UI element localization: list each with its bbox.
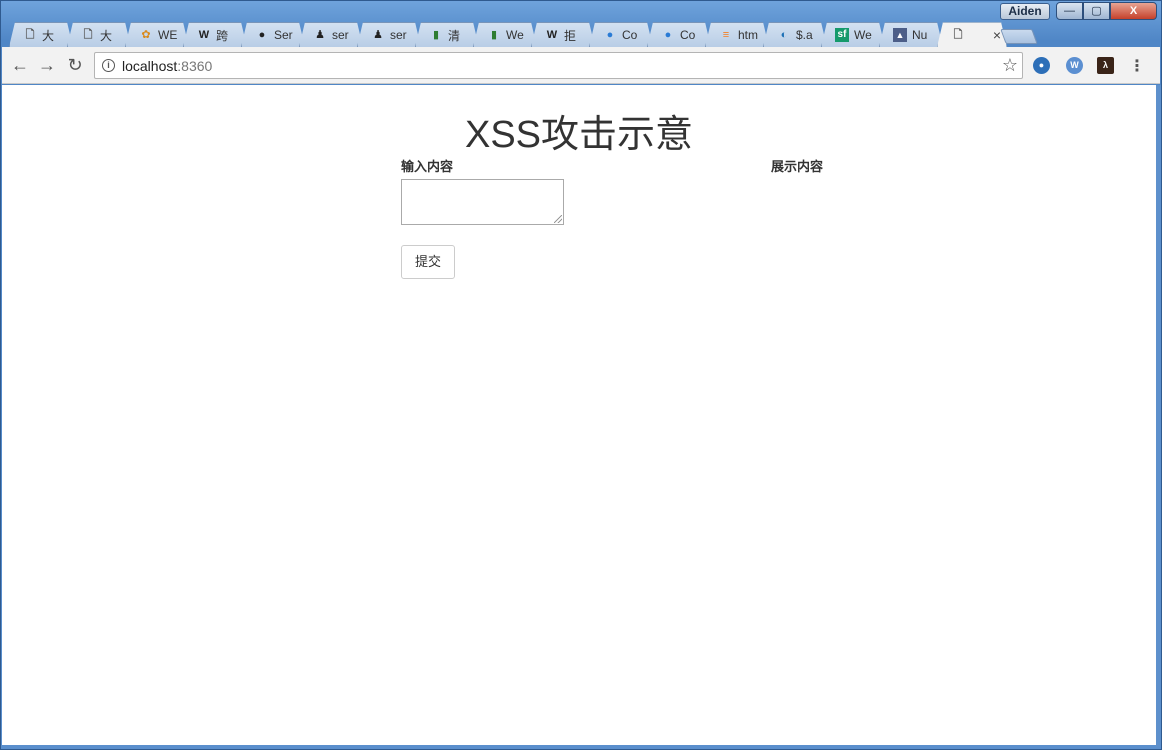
- tab-content: sf We: [835, 23, 879, 47]
- tab-content: ● Ser: [255, 23, 299, 47]
- blue-circle-icon: ●: [606, 29, 614, 41]
- browser-window: Aiden — ▢ X 🗋 大 🗋 大 ✿ WE W 跨 ● Ser ♟ ser ♟ ser ▮ 清 ▮ We W 拒…: [0, 0, 1162, 750]
- close-window-button[interactable]: X: [1110, 2, 1157, 20]
- title-bar: Aiden — ▢ X: [1, 1, 1161, 21]
- tab-label: ser: [332, 28, 349, 42]
- tab-content: ▲ Nu: [893, 23, 937, 47]
- mdn-icon: ▮: [432, 29, 440, 41]
- display-label: 展示内容: [771, 159, 824, 174]
- person-logo-icon: ♟: [315, 29, 325, 41]
- blue-circle-icon: ●: [664, 29, 672, 41]
- tab-content: ● Co: [661, 23, 705, 47]
- tab-content: W拒: [545, 23, 589, 47]
- site-info-icon[interactable]: i: [102, 59, 115, 72]
- tab-content: ♟ ser: [313, 23, 357, 47]
- person-logo-icon: ♟: [373, 29, 383, 41]
- tab-content: ≡ htm: [719, 23, 763, 47]
- tab-content: ▮ We: [487, 23, 531, 47]
- stackoverflow-icon: ≡: [722, 29, 730, 41]
- tab-label: Co: [622, 28, 638, 42]
- minimize-button[interactable]: —: [1056, 2, 1083, 20]
- tab-content: ◐ $.a: [777, 23, 821, 47]
- forward-arrow-icon[interactable]: →: [37, 55, 57, 75]
- globe-extension-icon[interactable]: ●: [1033, 57, 1050, 74]
- tab-content: ✿ WE: [139, 23, 183, 47]
- tab-content: ● Co: [603, 23, 647, 47]
- back-arrow-icon[interactable]: ←: [10, 55, 30, 75]
- content-textarea[interactable]: [401, 179, 564, 225]
- window-right-edge: [1156, 85, 1161, 747]
- tab-content: ▮ 清: [429, 23, 473, 47]
- tab-label: ser: [390, 28, 407, 42]
- jquery-icon: ◐: [780, 29, 788, 41]
- new-tab-button[interactable]: [1000, 29, 1038, 44]
- tab-label: Co: [680, 28, 696, 42]
- tab-label: We: [854, 28, 872, 42]
- tab-label: We: [506, 28, 524, 42]
- segmentfault-icon: sf: [835, 28, 849, 42]
- tab-content: ♟ ser: [371, 23, 415, 47]
- tab-label: 清: [448, 28, 461, 43]
- tab-label: $.a: [796, 28, 813, 42]
- tab-content: W跨: [197, 23, 241, 47]
- input-label: 输入内容: [401, 159, 454, 174]
- url-host: localhost: [122, 58, 178, 74]
- tab-label: 拒: [564, 28, 577, 43]
- page-icon: 🗋: [83, 29, 93, 41]
- tab-label: WE: [158, 28, 178, 42]
- profile-button[interactable]: Aiden: [1000, 3, 1050, 20]
- tab-content: 🗋 大: [81, 23, 125, 47]
- tab-strip: 🗋 大 🗋 大 ✿ WE W 跨 ● Ser ♟ ser ♟ ser ▮ 清 ▮ We W 拒 ● Co ● Co ≡ htm ◐ $…: [9, 19, 1159, 47]
- page-viewport: XSS攻击示意 输入内容 展示内容 提交: [2, 85, 1156, 745]
- url-port: :8360: [177, 58, 213, 74]
- orange-logo-icon: ✿: [141, 29, 151, 41]
- wikipedia-icon: W: [546, 29, 558, 41]
- tab-label: Nu: [912, 28, 928, 42]
- browser-toolbar: ← → ↻ i localhost:8360 ☆ ● W λ ⋮: [2, 47, 1160, 84]
- triangle-logo-icon: ▲: [893, 28, 907, 42]
- page-title: XSS攻击示意: [464, 114, 694, 156]
- tab-label: Ser: [274, 28, 293, 42]
- reload-icon[interactable]: ↻: [65, 55, 85, 75]
- url-text: localhost:8360: [122, 58, 212, 74]
- wikipedia-icon: W: [198, 29, 210, 41]
- window-controls: — ▢ X: [1056, 2, 1157, 20]
- page-icon: 🗋: [953, 29, 963, 41]
- tab-label: htm: [738, 28, 759, 42]
- tab-label: 大: [42, 28, 55, 43]
- submit-button[interactable]: 提交: [401, 245, 455, 279]
- tab-label: 大: [100, 28, 113, 43]
- mdn-icon: ▮: [490, 29, 498, 41]
- tab-content: 🗋 大: [23, 23, 67, 47]
- maximize-button[interactable]: ▢: [1083, 2, 1110, 20]
- tab-content: 🗋 ×: [951, 23, 1001, 47]
- bookmark-star-icon[interactable]: ☆: [1002, 55, 1018, 76]
- tab-label: 跨: [216, 28, 229, 43]
- page-icon: 🗋: [25, 29, 35, 41]
- resize-grip-icon[interactable]: [554, 215, 562, 223]
- wappalyzer-extension-icon[interactable]: W: [1066, 57, 1083, 74]
- github-icon: ●: [258, 29, 266, 41]
- pdf-extension-icon[interactable]: λ: [1097, 57, 1114, 74]
- address-bar[interactable]: i localhost:8360 ☆: [94, 52, 1023, 79]
- browser-menu-icon[interactable]: ⋮: [1129, 56, 1145, 76]
